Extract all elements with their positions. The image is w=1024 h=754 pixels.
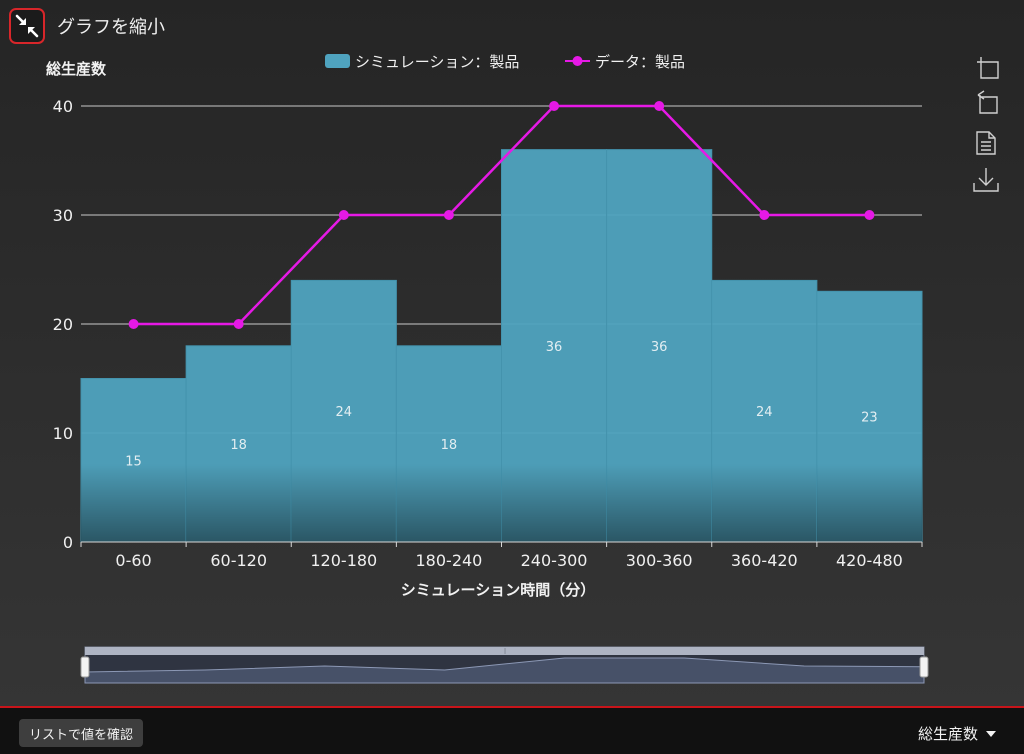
x-tick-label: 120-180 xyxy=(310,551,377,570)
legend-line-marker xyxy=(572,56,583,66)
line-point[interactable] xyxy=(443,210,454,220)
bar-shade xyxy=(81,464,187,542)
x-tick-label: 240-300 xyxy=(521,551,588,570)
line-point[interactable] xyxy=(864,210,875,220)
bar-shade xyxy=(186,464,292,542)
legend-item-simulation[interactable]: シミュレーション：製品 xyxy=(325,53,519,71)
y-tick-label: 40 xyxy=(53,97,73,116)
svg-text:⁝: ⁝ xyxy=(504,647,507,656)
line-point[interactable] xyxy=(759,210,770,220)
bar-shade xyxy=(606,464,712,542)
line-point[interactable] xyxy=(233,319,244,329)
view-list-button[interactable]: リストで値を確認 xyxy=(19,719,144,747)
chart: 15 18 24 18 36 36 24 23 0 10 20 30 40 0-60 60-120 120-… xyxy=(46,52,1003,684)
y-tick-label: 20 xyxy=(53,315,73,334)
metric-dropdown[interactable]: 総生産数 xyxy=(918,723,996,744)
datazoom-slider[interactable]: ⁝ xyxy=(80,646,929,684)
bar-shade xyxy=(711,464,817,542)
bar-series xyxy=(80,149,923,543)
x-tick-label: 180-240 xyxy=(416,551,483,570)
bar-data-label: 15 xyxy=(125,454,142,469)
line-point[interactable] xyxy=(654,101,665,111)
data-view-icon[interactable] xyxy=(967,127,1003,157)
x-tick-label: 300-360 xyxy=(626,551,693,570)
line-point[interactable] xyxy=(549,101,560,111)
line-point[interactable] xyxy=(128,319,139,329)
legend-bar-swatch xyxy=(325,54,350,68)
y-axis-title: 総生産数 xyxy=(46,60,107,78)
zoom-reset-icon[interactable] xyxy=(967,88,1003,118)
toolbox xyxy=(967,52,1003,195)
bar-data-label: 18 xyxy=(441,438,458,453)
bar-shade xyxy=(396,464,502,542)
bar-shade xyxy=(501,464,607,542)
y-tick-label: 30 xyxy=(53,206,73,225)
line-point[interactable] xyxy=(338,210,349,220)
legend-item-data[interactable]: データ：製品 xyxy=(565,53,685,71)
x-tick-label: 360-420 xyxy=(731,551,798,570)
bar-data-label: 18 xyxy=(230,438,247,453)
y-tick-label: 10 xyxy=(53,424,73,443)
x-tick-label: 60-120 xyxy=(210,551,267,570)
datazoom-handle-left[interactable] xyxy=(80,656,90,678)
bar-data-label: 36 xyxy=(546,340,563,355)
metric-dropdown-value: 総生産数 xyxy=(917,725,978,743)
x-axis-title: シミュレーション時間（分） xyxy=(401,581,595,599)
bar-data-label: 24 xyxy=(756,405,773,420)
bar-shade xyxy=(291,464,397,542)
download-icon[interactable] xyxy=(967,165,1003,195)
footer-bar: リストで値を確認 総生産数 xyxy=(0,706,1024,754)
bar-data-label: 24 xyxy=(336,405,353,420)
legend-label-data: データ：製品 xyxy=(595,53,685,71)
zoom-icon[interactable] xyxy=(967,52,1003,82)
caret-down-icon xyxy=(986,730,996,737)
x-tick-label: 0-60 xyxy=(115,551,151,570)
bar-data-label: 36 xyxy=(651,340,668,355)
legend-label-simulation: シミュレーション：製品 xyxy=(355,53,519,71)
x-tick-label: 420-480 xyxy=(836,551,903,570)
bar-data-label: 23 xyxy=(861,411,878,426)
legend: シミュレーション：製品 データ：製品 xyxy=(325,53,685,71)
bar-shade xyxy=(816,464,922,542)
datazoom-handle-right[interactable] xyxy=(919,656,929,678)
y-tick-label: 0 xyxy=(63,533,73,552)
